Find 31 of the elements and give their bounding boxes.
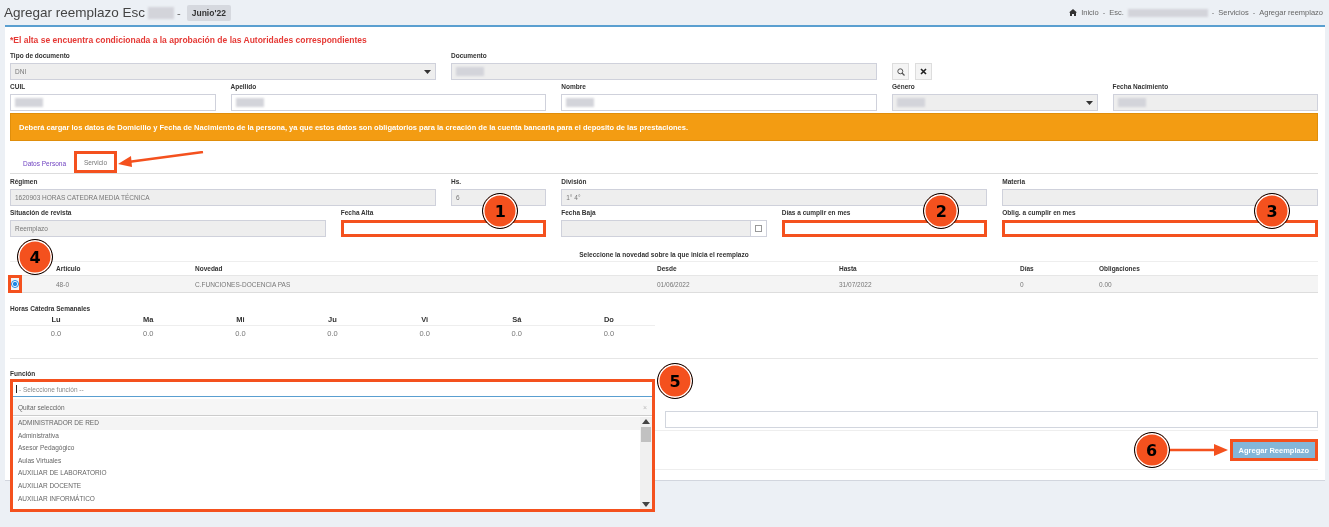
select-field[interactable]	[892, 94, 1098, 111]
text-field[interactable]	[340, 220, 547, 237]
text-field[interactable]	[561, 220, 751, 237]
radio-button[interactable]	[8, 275, 22, 293]
clear-button[interactable]	[915, 63, 932, 80]
text-field[interactable]	[781, 220, 988, 237]
caret-icon	[424, 69, 431, 74]
text-field[interactable]	[561, 94, 877, 111]
text-field[interactable]	[1002, 189, 1318, 206]
page-title: Agregar reemplazo Esc	[4, 5, 146, 20]
title-separator: -	[177, 6, 181, 19]
text-field[interactable]	[10, 94, 216, 111]
warning-text: *El alta se encuentra condicionada a la aprobación de las Autoridades correspondientes	[10, 35, 368, 45]
callout-badge: 6	[1133, 432, 1170, 468]
scrollbar-thumb[interactable]	[641, 427, 651, 442]
caret-icon	[1085, 100, 1093, 105]
home-icon	[1069, 9, 1078, 16]
text-field[interactable]	[451, 63, 877, 80]
scroll-up-icon[interactable]	[642, 419, 650, 424]
text-field[interactable]	[1002, 220, 1318, 237]
scrollbar[interactable]	[640, 417, 652, 509]
scroll-down-icon[interactable]	[642, 502, 650, 507]
text-field[interactable]	[230, 94, 547, 111]
period-badge: Junio'22	[186, 4, 231, 21]
callout-badge: 5	[657, 363, 693, 399]
search-icon	[896, 67, 905, 76]
checkbox[interactable]	[754, 225, 762, 232]
search-button[interactable]	[892, 63, 909, 80]
callout-badge: 4	[17, 239, 53, 275]
close-icon	[920, 68, 927, 75]
text-field[interactable]	[1112, 94, 1318, 111]
